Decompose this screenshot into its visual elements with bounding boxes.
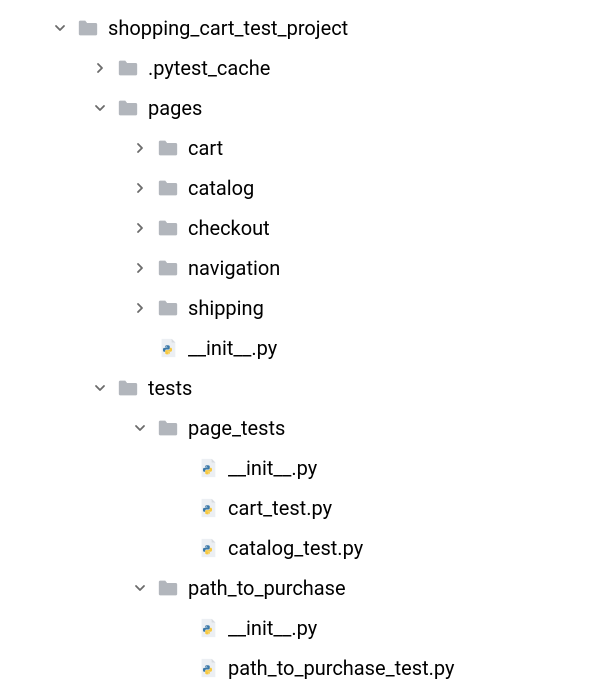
tree-item-label: path_to_purchase_test.py (228, 656, 455, 680)
tree-row-shipping[interactable]: shipping (0, 288, 596, 328)
tree-item-label: page_tests (188, 416, 285, 440)
tree-row-catalog_test[interactable]: catalog_test.py (0, 528, 596, 568)
tree-row-page_tests[interactable]: page_tests (0, 408, 596, 448)
folder-icon (156, 576, 180, 600)
chevron-right-icon[interactable] (128, 296, 152, 320)
folder-icon (156, 216, 180, 240)
tree-item-label: __init__.py (228, 616, 317, 640)
tree-item-label: path_to_purchase (188, 576, 346, 600)
folder-icon (116, 376, 140, 400)
python-file-icon (196, 496, 220, 520)
file-tree: shopping_cart_test_project .pytest_cachep… (0, 8, 596, 688)
tree-item-label: __init__.py (228, 456, 317, 480)
tree-item-label: .pytest_cache (148, 56, 270, 80)
chevron-right-icon[interactable] (128, 176, 152, 200)
tree-row-pages[interactable]: pages (0, 88, 596, 128)
tree-item-label: catalog_test.py (228, 536, 363, 560)
tree-item-label: __init__.py (188, 336, 277, 360)
tree-item-label: shopping_cart_test_project (108, 16, 348, 40)
folder-icon (76, 16, 100, 40)
tree-item-label: navigation (188, 256, 280, 280)
tree-row-cart[interactable]: cart (0, 128, 596, 168)
tree-item-label: pages (148, 96, 202, 120)
chevron-down-icon[interactable] (88, 96, 112, 120)
tree-row-path_to_purchase[interactable]: path_to_purchase (0, 568, 596, 608)
python-file-icon (196, 456, 220, 480)
folder-icon (156, 176, 180, 200)
folder-icon (156, 416, 180, 440)
chevron-down-icon[interactable] (88, 376, 112, 400)
tree-item-label: tests (148, 376, 192, 400)
python-file-icon (156, 336, 180, 360)
chevron-right-icon[interactable] (128, 136, 152, 160)
tree-row-catalog[interactable]: catalog (0, 168, 596, 208)
tree-row-pages_init[interactable]: __init__.py (0, 328, 596, 368)
tree-row-ptp_test[interactable]: path_to_purchase_test.py (0, 648, 596, 688)
tree-item-label: cart (188, 136, 223, 160)
folder-icon (116, 96, 140, 120)
chevron-down-icon[interactable] (48, 16, 72, 40)
python-file-icon (196, 656, 220, 680)
chevron-right-icon[interactable] (128, 216, 152, 240)
tree-row-pt_init[interactable]: __init__.py (0, 448, 596, 488)
tree-item-label: cart_test.py (228, 496, 332, 520)
tree-row-tests[interactable]: tests (0, 368, 596, 408)
tree-row-root[interactable]: shopping_cart_test_project (0, 8, 596, 48)
folder-icon (156, 256, 180, 280)
python-file-icon (196, 616, 220, 640)
tree-row-pytest_cache[interactable]: .pytest_cache (0, 48, 596, 88)
tree-row-checkout[interactable]: checkout (0, 208, 596, 248)
chevron-down-icon[interactable] (128, 576, 152, 600)
tree-item-label: checkout (188, 216, 270, 240)
tree-item-label: catalog (188, 176, 254, 200)
tree-row-cart_test[interactable]: cart_test.py (0, 488, 596, 528)
folder-icon (156, 296, 180, 320)
tree-row-ptp_init[interactable]: __init__.py (0, 608, 596, 648)
chevron-down-icon[interactable] (128, 416, 152, 440)
chevron-right-icon[interactable] (88, 56, 112, 80)
tree-item-label: shipping (188, 296, 264, 320)
folder-icon (156, 136, 180, 160)
python-file-icon (196, 536, 220, 560)
folder-icon (116, 56, 140, 80)
tree-row-navigation[interactable]: navigation (0, 248, 596, 288)
chevron-right-icon[interactable] (128, 256, 152, 280)
